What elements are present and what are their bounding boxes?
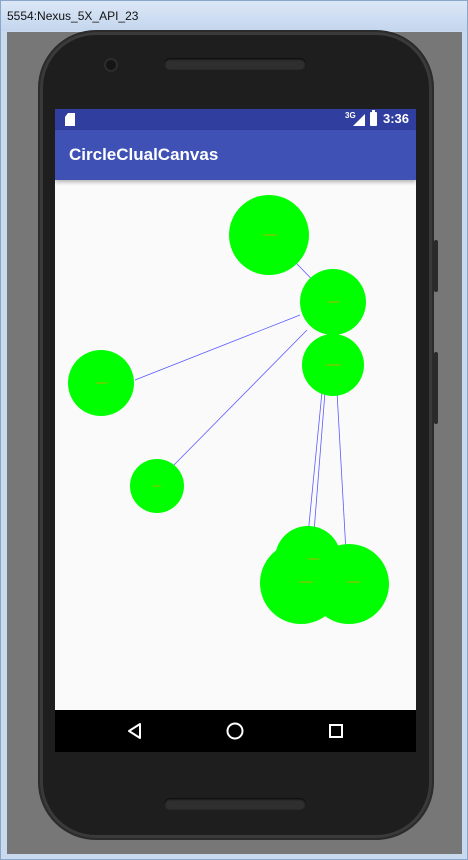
power-button[interactable] (434, 240, 438, 292)
home-icon (226, 722, 244, 740)
status-time: 3:36 (383, 111, 410, 126)
home-button[interactable] (224, 720, 246, 742)
top-speaker (164, 58, 306, 70)
status-bar: 3G 3:36 (55, 109, 416, 130)
sd-card-icon (65, 113, 75, 126)
app-title: CircleClualCanvas (69, 145, 219, 164)
front-camera (106, 60, 116, 70)
link-line (336, 391, 348, 571)
device-screen: 3G 3:36 CircleClualCanvas (55, 109, 416, 752)
bottom-speaker (164, 798, 306, 810)
link-line (134, 314, 301, 381)
circle-canvas[interactable] (55, 180, 416, 710)
battery-icon (370, 110, 377, 126)
back-button[interactable] (124, 720, 146, 742)
recents-icon (329, 724, 343, 738)
volume-button[interactable] (434, 352, 438, 424)
network-type: 3G (345, 111, 356, 120)
node-circle[interactable] (260, 542, 342, 624)
back-icon (128, 723, 141, 739)
link-line (170, 329, 308, 469)
window-title: 5554:Nexus_5X_API_23 (1, 1, 467, 31)
recents-button[interactable] (325, 720, 347, 742)
app-bar: CircleClualCanvas (55, 130, 416, 180)
navigation-bar (55, 710, 416, 752)
